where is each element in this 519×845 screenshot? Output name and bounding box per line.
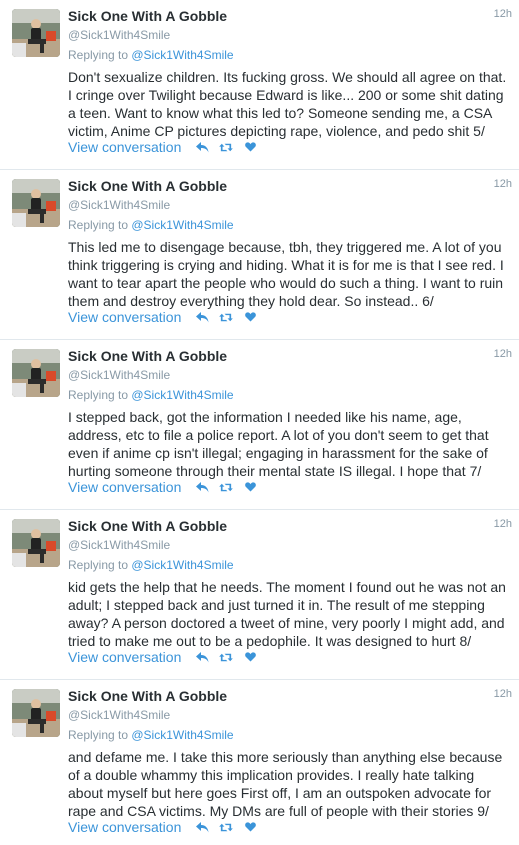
avatar[interactable]	[12, 519, 60, 567]
user-handle[interactable]: @Sick1With4Smile	[68, 28, 170, 42]
view-conversation-link[interactable]: View conversation	[68, 649, 181, 665]
replying-to-label: Replying to	[68, 728, 132, 742]
replying-to-line: Replying to @Sick1With4Smile	[68, 218, 234, 232]
display-name[interactable]: Sick One With A Gobble	[68, 8, 227, 24]
retweet-icon[interactable]	[219, 310, 234, 324]
user-handle[interactable]: @Sick1With4Smile	[68, 538, 170, 552]
tweet-text: kid gets the help that he needs. The mom…	[68, 579, 506, 649]
user-handle[interactable]: @Sick1With4Smile	[68, 198, 170, 212]
tweet-text: and defame me. I take this more seriousl…	[68, 749, 503, 819]
like-icon[interactable]	[243, 140, 257, 154]
replying-to-label: Replying to	[68, 218, 132, 232]
retweet-icon[interactable]	[219, 820, 234, 834]
retweet-icon[interactable]	[219, 650, 234, 664]
replying-to-label: Replying to	[68, 558, 132, 572]
avatar-image	[12, 519, 60, 567]
replying-to-mention[interactable]: @Sick1With4Smile	[131, 48, 233, 62]
reply-icon[interactable]	[195, 140, 209, 154]
timestamp[interactable]: 12h	[494, 518, 512, 530]
tweet-actions: View conversation	[68, 138, 267, 156]
avatar-image	[12, 9, 60, 57]
tweet-text: Don't sexualize children. Its fucking gr…	[68, 69, 507, 139]
like-icon[interactable]	[243, 820, 257, 834]
retweet-icon[interactable]	[219, 480, 234, 494]
user-handle[interactable]: @Sick1With4Smile	[68, 708, 170, 722]
view-conversation-link[interactable]: View conversation	[68, 309, 181, 325]
tweet-actions: View conversation	[68, 648, 267, 666]
avatar-image	[12, 179, 60, 227]
tweet-text: I stepped back, got the information I ne…	[68, 409, 489, 479]
replying-to-mention[interactable]: @Sick1With4Smile	[131, 218, 233, 232]
tweet-text: This led me to disengage because, tbh, t…	[68, 239, 504, 309]
like-icon[interactable]	[243, 480, 257, 494]
tweet-actions: View conversation	[68, 308, 267, 326]
reply-icon[interactable]	[195, 650, 209, 664]
replying-to-mention[interactable]: @Sick1With4Smile	[131, 558, 233, 572]
tweet[interactable]: Sick One With A Gobble @Sick1With4Smile …	[0, 510, 519, 680]
replying-to-mention[interactable]: @Sick1With4Smile	[131, 388, 233, 402]
replying-to-label: Replying to	[68, 388, 132, 402]
display-name[interactable]: Sick One With A Gobble	[68, 348, 227, 364]
display-name[interactable]: Sick One With A Gobble	[68, 688, 227, 704]
tweet-timeline: Sick One With A Gobble @Sick1With4Smile …	[0, 0, 519, 845]
avatar[interactable]	[12, 689, 60, 737]
avatar[interactable]	[12, 179, 60, 227]
replying-to-line: Replying to @Sick1With4Smile	[68, 48, 234, 62]
user-handle[interactable]: @Sick1With4Smile	[68, 368, 170, 382]
replying-to-mention[interactable]: @Sick1With4Smile	[131, 728, 233, 742]
timestamp[interactable]: 12h	[494, 688, 512, 700]
like-icon[interactable]	[243, 310, 257, 324]
timestamp[interactable]: 12h	[494, 178, 512, 190]
replying-to-label: Replying to	[68, 48, 132, 62]
display-name[interactable]: Sick One With A Gobble	[68, 518, 227, 534]
retweet-icon[interactable]	[219, 140, 234, 154]
tweet[interactable]: Sick One With A Gobble @Sick1With4Smile …	[0, 340, 519, 510]
replying-to-line: Replying to @Sick1With4Smile	[68, 558, 234, 572]
reply-icon[interactable]	[195, 820, 209, 834]
reply-icon[interactable]	[195, 310, 209, 324]
tweet-actions: View conversation	[68, 478, 267, 496]
avatar-image	[12, 349, 60, 397]
avatar[interactable]	[12, 9, 60, 57]
tweet[interactable]: Sick One With A Gobble @Sick1With4Smile …	[0, 680, 519, 845]
view-conversation-link[interactable]: View conversation	[68, 479, 181, 495]
avatar-image	[12, 689, 60, 737]
like-icon[interactable]	[243, 650, 257, 664]
view-conversation-link[interactable]: View conversation	[68, 819, 181, 835]
tweet-actions: View conversation	[68, 818, 267, 836]
timestamp[interactable]: 12h	[494, 8, 512, 20]
replying-to-line: Replying to @Sick1With4Smile	[68, 388, 234, 402]
tweet[interactable]: Sick One With A Gobble @Sick1With4Smile …	[0, 0, 519, 170]
avatar[interactable]	[12, 349, 60, 397]
reply-icon[interactable]	[195, 480, 209, 494]
view-conversation-link[interactable]: View conversation	[68, 139, 181, 155]
replying-to-line: Replying to @Sick1With4Smile	[68, 728, 234, 742]
timestamp[interactable]: 12h	[494, 348, 512, 360]
tweet[interactable]: Sick One With A Gobble @Sick1With4Smile …	[0, 170, 519, 340]
display-name[interactable]: Sick One With A Gobble	[68, 178, 227, 194]
